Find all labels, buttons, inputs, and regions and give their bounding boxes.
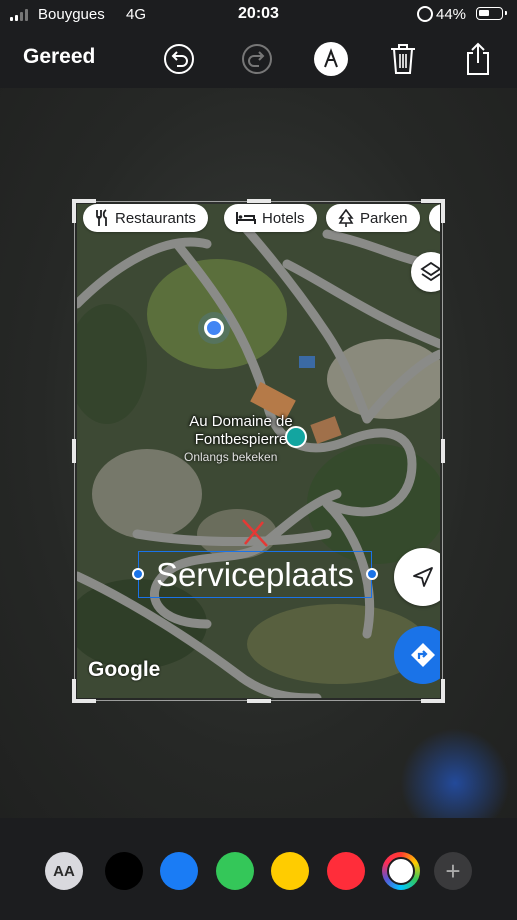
alarm-icon <box>417 6 433 22</box>
crop-edge-bottom[interactable] <box>247 699 271 703</box>
battery-percent: 44% <box>436 6 467 23</box>
color-yellow[interactable] <box>271 852 309 890</box>
undo-icon <box>164 44 194 74</box>
crop-corner-bottom-left[interactable] <box>72 679 96 703</box>
text-style-button[interactable]: AA <box>45 852 83 890</box>
color-red[interactable] <box>327 852 365 890</box>
done-button[interactable]: Gereed <box>23 45 95 69</box>
markup-toolbar: Gereed <box>0 30 517 88</box>
crop-frame <box>72 199 445 703</box>
crop-edge-top[interactable] <box>247 199 271 203</box>
redo-button[interactable] <box>237 39 277 79</box>
share-button[interactable] <box>458 39 498 79</box>
crop-corner-top-right[interactable] <box>421 199 445 223</box>
trash-icon <box>391 44 415 74</box>
color-blue[interactable] <box>160 852 198 890</box>
color-palette: AA + <box>0 818 517 920</box>
color-green[interactable] <box>216 852 254 890</box>
crop-edge-right[interactable] <box>441 439 445 463</box>
share-icon <box>467 42 489 75</box>
battery-icon <box>476 7 507 20</box>
redo-icon <box>242 44 272 74</box>
undo-button[interactable] <box>159 39 199 79</box>
crop-edge-left[interactable] <box>72 439 76 463</box>
crop-corner-top-left[interactable] <box>72 199 96 223</box>
color-black[interactable] <box>105 852 143 890</box>
color-picker-wheel-icon[interactable] <box>382 852 420 890</box>
crop-corner-bottom-right[interactable] <box>421 679 445 703</box>
delete-button[interactable] <box>383 39 423 79</box>
status-bar: Bouygues 4G 20:03 44% <box>0 0 517 30</box>
markup-button[interactable] <box>311 39 351 79</box>
add-button[interactable]: + <box>434 852 472 890</box>
markup-pen-icon <box>314 42 348 76</box>
